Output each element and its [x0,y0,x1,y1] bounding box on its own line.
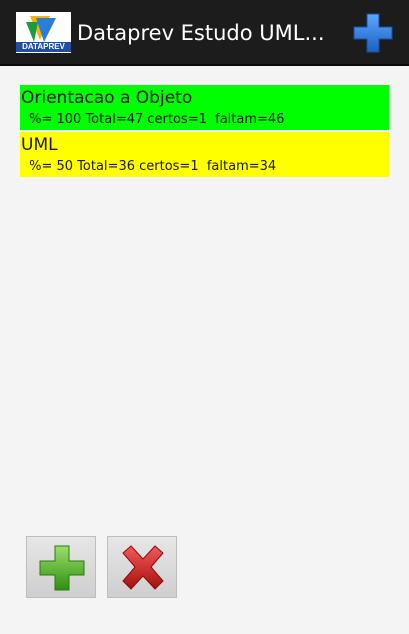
app-title: Dataprev Estudo UML... [77,21,325,45]
item-name: UML [21,135,58,155]
item-stats: %= 100 Total=47 certos=1 faltam=46 [25,112,285,127]
list-item[interactable]: UML %= 50 Total=36 certos=1 faltam=34 [20,132,389,177]
red-x-icon [122,545,164,590]
green-plus-icon [39,545,85,591]
delete-button[interactable] [107,536,177,598]
add-action-button[interactable] [349,10,397,56]
list-item[interactable]: Orientacao a Objeto %= 100 Total=47 cert… [20,85,389,130]
app-logo: DATAPREV [16,12,71,53]
item-name: Orientacao a Objeto [21,88,193,108]
logo-text: DATAPREV [16,42,71,52]
action-bar: DATAPREV Dataprev Estudo UML... [0,0,409,66]
plus-icon [353,13,393,53]
add-button[interactable] [26,536,96,598]
item-stats: %= 50 Total=36 certos=1 faltam=34 [25,159,277,174]
